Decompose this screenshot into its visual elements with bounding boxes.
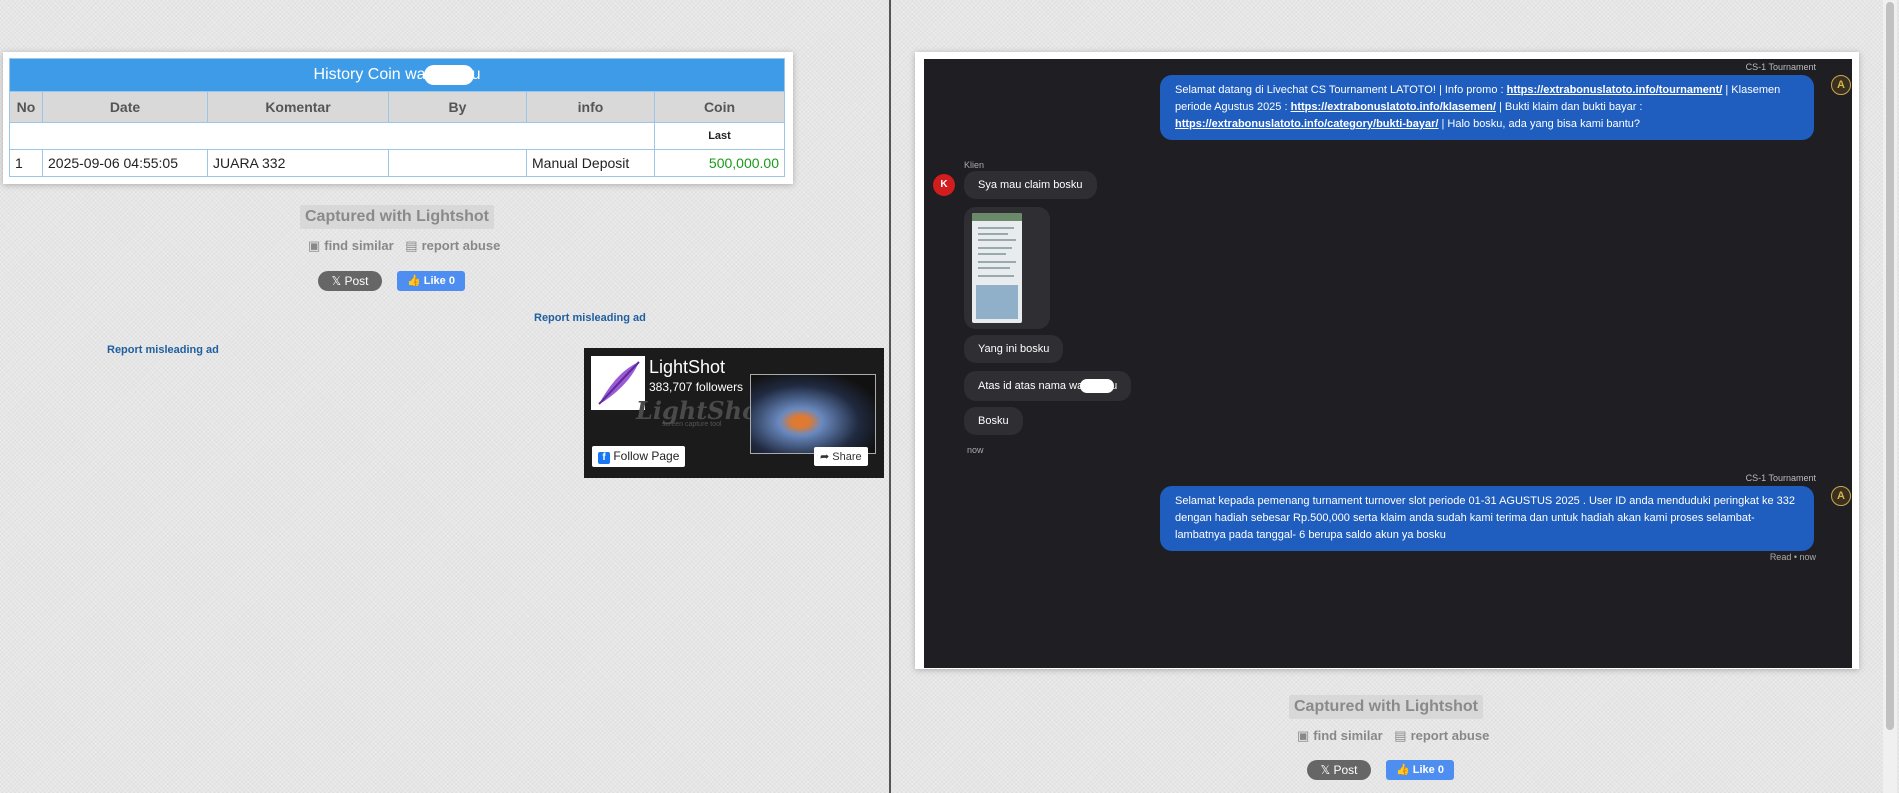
clipboard-icon: ▤ (1394, 728, 1407, 743)
screenshot-coin-history: History Coin wa u No Date Komentar By inf… (3, 52, 793, 184)
read-status: Read • now (1769, 552, 1816, 562)
x-post-button[interactable]: 𝕏 Post (318, 271, 382, 291)
camera-icon: ▣ (308, 238, 321, 253)
report-abuse-link[interactable]: report abuse (1411, 728, 1490, 743)
client-msg3-suffix: u (1111, 379, 1118, 392)
header-info: info (526, 91, 655, 123)
client-avatar: K (933, 174, 955, 196)
fb-like-button[interactable]: 👍 Like 0 (1386, 760, 1454, 780)
fb-like-label: Like 0 (423, 275, 455, 287)
msg1-text-d: | Halo bosku, ada yang bisa kami bantu? (1438, 118, 1641, 130)
msg1-text-c: | Bukti klaim dan bukti bayar : (1495, 101, 1643, 113)
cell-info: Manual Deposit (526, 149, 655, 177)
header-by: By (388, 91, 527, 123)
follow-page-button[interactable]: f Follow Page (592, 446, 686, 467)
msg1-text-a: Selamat datang di Livechat CS Tournament… (1175, 84, 1507, 96)
agent-name: CS-1 Tournament (1745, 62, 1816, 72)
client-name: Klien (964, 160, 985, 170)
follow-page-label: Follow Page (613, 449, 680, 463)
captured-with-lightshot[interactable]: Captured with Lightshot (1289, 695, 1483, 719)
share-label: Share (832, 451, 862, 463)
tournament-link[interactable]: https://extrabonuslatoto.info/tournament… (1507, 84, 1723, 96)
share-button[interactable]: ➦ Share (814, 447, 868, 466)
message-time: now (967, 445, 984, 455)
client-msg3-text: Atas id atas nama wa (978, 379, 1084, 392)
find-similar-link[interactable]: find similar (1313, 728, 1382, 743)
left-lightshot-page: History Coin wa u No Date Komentar By inf… (0, 0, 890, 793)
camera-icon: ▣ (1297, 728, 1310, 743)
fb-like-button[interactable]: 👍 Like 0 (397, 271, 465, 291)
image-actions: ▣ find similar ▤ report abuse (1297, 728, 1489, 744)
report-misleading-ad-link[interactable]: Report misleading ad (534, 312, 646, 324)
redaction-mark (423, 65, 474, 85)
x-logo-icon: 𝕏 (331, 274, 342, 288)
sub-row-empty (9, 122, 655, 150)
header-coin: Coin (654, 91, 785, 123)
screenshot-livechat: CS-1 Tournament Selamat datang di Livech… (915, 52, 1859, 669)
lightshot-preview-image (750, 374, 876, 454)
table-title: History Coin wa u (9, 58, 785, 92)
client-message: Sya mau claim bosku (964, 171, 1097, 199)
image-actions: ▣ find similar ▤ report abuse (308, 238, 500, 254)
lightshot-page-name[interactable]: LightShot (649, 357, 725, 378)
klasemen-link[interactable]: https://extrabonuslatoto.info/klasemen/ (1291, 101, 1496, 113)
sub-row-last: Last (654, 122, 785, 150)
lightshot-facebook-widget[interactable]: LightShot 383,707 followers LightShot sc… (584, 348, 884, 478)
header-komentar: Komentar (207, 91, 389, 123)
find-similar-link[interactable]: find similar (324, 238, 393, 253)
report-misleading-ad-link-2[interactable]: Report misleading ad (107, 344, 219, 356)
header-date: Date (42, 91, 208, 123)
agent-message-2: Selamat kepada pemenang turnament turnov… (1160, 486, 1814, 551)
cell-komentar: JUARA 332 (207, 149, 389, 177)
facebook-icon: f (598, 452, 610, 464)
x-post-label: Post (1333, 763, 1358, 777)
lightshot-followers: 383,707 followers (649, 380, 744, 394)
thumbs-up-icon: 👍 (1396, 764, 1410, 776)
agent-name: CS-1 Tournament (1745, 473, 1816, 483)
cell-date: 2025-09-06 04:55:05 (42, 149, 208, 177)
chat-area: CS-1 Tournament Selamat datang di Livech… (924, 59, 1852, 668)
agent-message-1: Selamat datang di Livechat CS Tournament… (1160, 75, 1814, 140)
x-logo-icon: 𝕏 (1320, 763, 1331, 777)
x-post-button[interactable]: 𝕏 Post (1307, 760, 1371, 780)
share-icon: ➦ (820, 451, 830, 463)
report-abuse-link[interactable]: report abuse (422, 238, 501, 253)
claim-screenshot-thumbnail[interactable] (972, 213, 1022, 323)
client-message: Atas id atas nama wa u (964, 371, 1132, 401)
clipboard-icon: ▤ (405, 238, 418, 253)
lightshot-tagline: screen capture tool (662, 421, 722, 428)
fb-like-label: Like 0 (1412, 764, 1444, 776)
thumbs-up-icon: 👍 (407, 275, 421, 287)
cell-coin: 500,000.00 (654, 149, 785, 177)
scrollbar[interactable] (1883, 0, 1897, 793)
coin-history-table: History Coin wa u No Date Komentar By inf… (9, 58, 785, 177)
right-lightshot-page: CS-1 Tournament Selamat datang di Livech… (891, 0, 1899, 793)
agent-avatar: A (1831, 486, 1851, 506)
agent-avatar: A (1831, 75, 1851, 95)
client-image-message[interactable] (964, 207, 1050, 329)
table-title-prefix: History Coin wa (313, 66, 426, 84)
bukti-bayar-link[interactable]: https://extrabonuslatoto.info/category/b… (1175, 118, 1438, 130)
scrollbar-thumb[interactable] (1886, 2, 1894, 730)
header-no: No (9, 91, 43, 123)
client-message: Yang ini bosku (964, 335, 1064, 363)
x-post-label: Post (344, 274, 369, 288)
table-title-suffix: u (471, 66, 481, 84)
redaction-mark (1080, 379, 1115, 393)
captured-with-lightshot[interactable]: Captured with Lightshot (300, 205, 494, 229)
table-row: 1 2025-09-06 04:55:05 JUARA 332 Manual D… (9, 149, 785, 177)
client-message: Bosku (964, 407, 1023, 435)
cell-no: 1 (9, 149, 43, 177)
cell-by (388, 149, 527, 177)
